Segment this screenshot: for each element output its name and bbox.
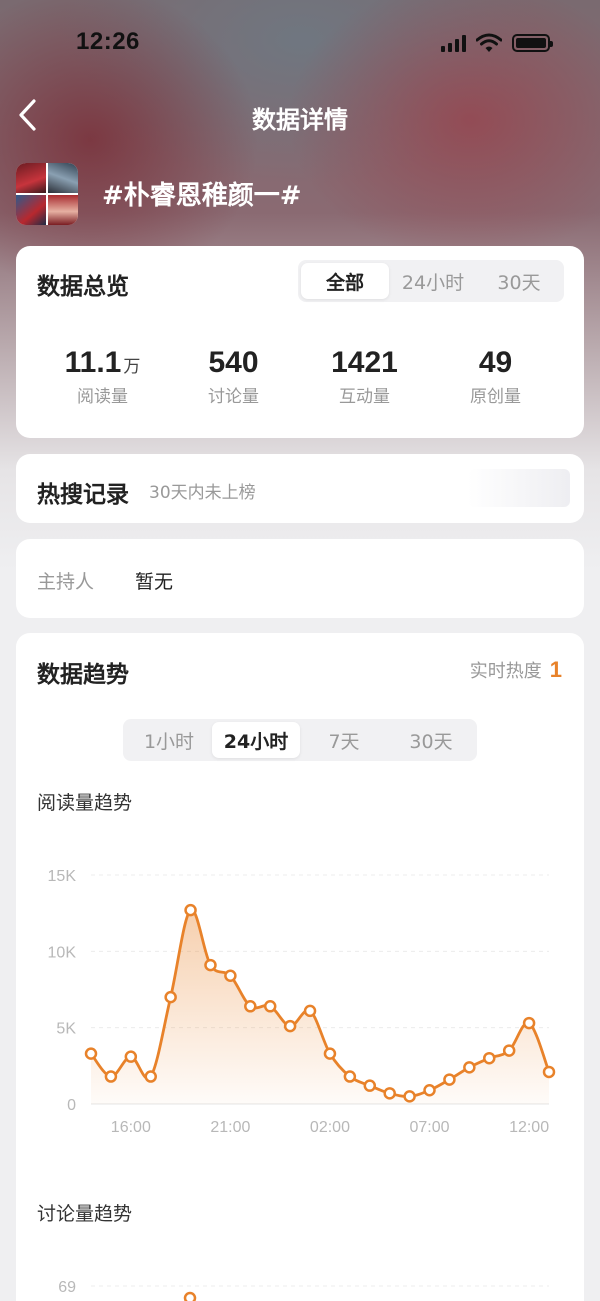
discuss-trend-chart: 69 (58, 1279, 549, 1301)
stat-discussions: 540 讨论量 (168, 346, 299, 407)
read-trend-chart: 0 5K 10K 15K 16:00 21:00 02:00 07:00 12:00 (48, 868, 556, 1136)
data-point (542, 1065, 556, 1079)
overview-tabs: 全部 24小时 30天 (298, 260, 564, 302)
data-point (463, 1061, 476, 1074)
y-tick-label: 15K (48, 868, 77, 885)
stat-value: 540 (208, 346, 259, 379)
overview-card: 数据总览 全部 24小时 30天 11.1 万 阅读量 540 讨论量 1421 … (16, 246, 584, 438)
y-tick-label: 0 (67, 1097, 76, 1114)
stat-label: 互动量 (339, 387, 390, 407)
y-tick-label: 10K (48, 944, 77, 961)
tab-24h[interactable]: 24小时 (212, 722, 300, 758)
tab-all[interactable]: 全部 (301, 263, 389, 299)
x-tick-label: 21:00 (210, 1119, 250, 1136)
x-tick-label: 02:00 (310, 1119, 350, 1136)
data-point (483, 1051, 496, 1065)
data-point (104, 1070, 118, 1083)
data-point (124, 1050, 138, 1063)
stat-reads: 11.1 万 阅读量 (37, 346, 168, 407)
host-label: 主持人 (37, 571, 95, 593)
discuss-trend-title: 讨论量趋势 (37, 1203, 133, 1225)
host-card: 主持人 暂无 (16, 539, 584, 618)
data-point (383, 1087, 396, 1100)
host-value: 暂无 (135, 571, 174, 593)
tab-7d[interactable]: 7天 (300, 722, 388, 758)
stat-label: 原创量 (470, 387, 521, 407)
page-title: 数据详情 (252, 106, 348, 134)
data-point (244, 1000, 257, 1013)
x-tick-label: 12:00 (509, 1119, 549, 1136)
stat-label: 阅读量 (77, 387, 128, 407)
hot-search-note: 30天内未上榜 (149, 483, 256, 503)
realtime-label: 实时热度 (469, 661, 542, 682)
battery-icon (512, 34, 553, 52)
realtime-value: 1 (549, 657, 562, 682)
data-point (403, 1090, 416, 1103)
overview-stats: 11.1 万 阅读量 540 讨论量 1421 互动量 49 原创量 (16, 346, 584, 407)
hot-search-title: 热搜记录 (37, 482, 129, 508)
tab-30d[interactable]: 30天 (388, 722, 474, 758)
read-trend-title: 阅读量趋势 (37, 792, 133, 814)
data-point (283, 1019, 297, 1033)
realtime-heat: 实时热度 1 (470, 657, 562, 683)
data-point (84, 1047, 98, 1060)
status-icons (441, 33, 553, 53)
data-point (343, 1070, 357, 1083)
signal-icon (441, 34, 466, 52)
wifi-icon (476, 33, 502, 52)
tab-24h[interactable]: 24小时 (389, 263, 477, 299)
y-tick-label: 69 (58, 1279, 76, 1296)
stat-label: 讨论量 (208, 387, 259, 407)
topic-title: #朴睿恩稚颜一# (102, 181, 302, 211)
data-point (183, 1291, 197, 1301)
data-point (144, 1070, 157, 1083)
data-point (522, 1016, 536, 1030)
trend-tabs: 1小时 24小时 7天 30天 (123, 719, 477, 761)
data-point (224, 969, 237, 983)
data-point (423, 1084, 436, 1097)
y-tick-label: 5K (56, 1021, 76, 1038)
data-point (184, 903, 197, 917)
topic-avatar (16, 163, 78, 225)
x-tick-label: 07:00 (409, 1119, 449, 1136)
overview-title: 数据总览 (37, 274, 129, 300)
status-time: 12:26 (76, 28, 140, 55)
data-point (443, 1073, 456, 1086)
trend-title: 数据趋势 (37, 662, 129, 688)
stat-value: 49 (478, 346, 513, 379)
stat-interactions: 1421 互动量 (299, 346, 430, 407)
stat-unit: 万 (123, 357, 141, 377)
data-point (502, 1044, 516, 1057)
data-point (263, 1000, 277, 1013)
tab-30d[interactable]: 30天 (477, 263, 561, 299)
data-point (204, 958, 217, 972)
data-point (323, 1047, 337, 1060)
data-point (363, 1079, 377, 1092)
data-point (164, 990, 177, 1004)
series-area (91, 909, 549, 1104)
stat-value: 1421 (331, 346, 398, 379)
stat-originals: 49 原创量 (430, 346, 561, 407)
hot-search-watermark (468, 469, 570, 507)
tab-1h[interactable]: 1小时 (126, 722, 212, 758)
trend-card: 数据趋势 实时热度 1 1小时 24小时 7天 30天 阅读量趋势 0 5K 10K… (16, 633, 584, 1301)
data-point (303, 1004, 317, 1018)
x-tick-label: 16:00 (111, 1119, 151, 1136)
stat-value: 11.1 (64, 346, 122, 379)
hot-search-card[interactable]: 热搜记录 30天内未上榜 (16, 454, 584, 523)
